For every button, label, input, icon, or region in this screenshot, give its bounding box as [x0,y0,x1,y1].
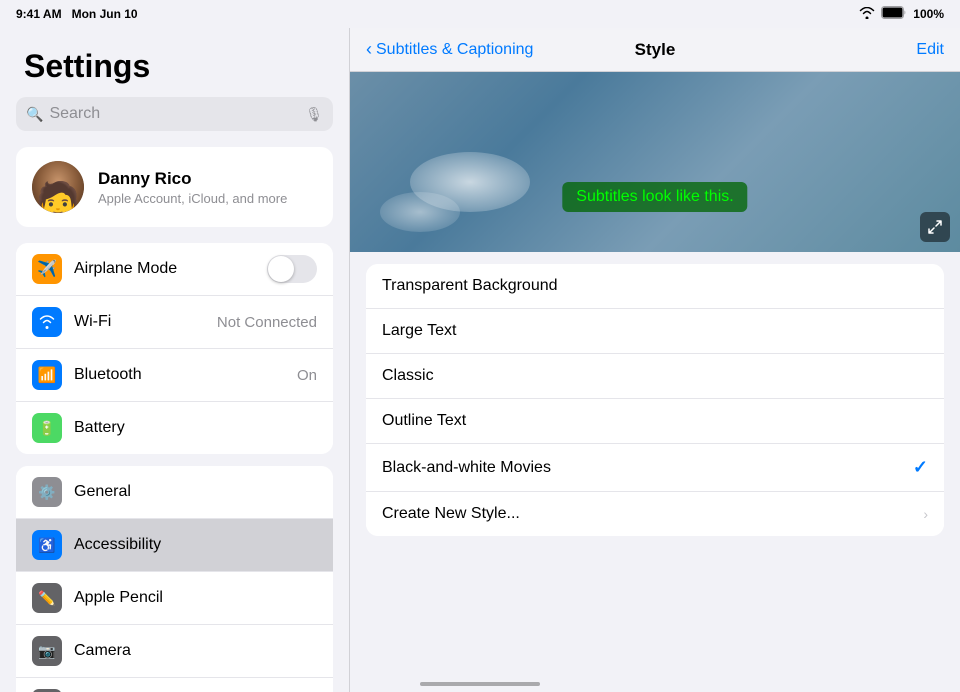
microphone-icon[interactable]: 🎙 [305,106,323,123]
airplane-mode-label: Airplane Mode [74,260,255,278]
style-outline-text-label: Outline Text [382,412,928,430]
status-bar-right: 100% [859,6,944,22]
apple-pencil-label: Apple Pencil [74,589,317,607]
airplane-mode-toggle[interactable] [267,255,317,283]
cloud-decoration-2 [380,192,460,232]
sidebar-item-battery[interactable]: 🔋 Battery [16,402,333,454]
status-bar-left: 9:41 AM Mon Jun 10 [16,7,138,21]
style-bw-movies-label: Black-and-white Movies [382,459,913,477]
style-item-large-text[interactable]: Large Text [366,309,944,354]
search-placeholder: Search [49,105,299,123]
status-date: Mon Jun 10 [72,7,138,21]
general-icon: ⚙️ [32,477,62,507]
bluetooth-value: On [297,367,317,384]
sidebar-item-apple-pencil[interactable]: ✏️ Apple Pencil [16,572,333,625]
style-large-text-label: Large Text [382,322,928,340]
sidebar-item-general[interactable]: ⚙️ General [16,466,333,519]
search-bar[interactable]: 🔍 Search 🎙 [16,97,333,131]
search-icon: 🔍 [26,106,43,123]
wifi-settings-icon [32,307,62,337]
home-indicator [420,682,540,686]
preview-area: Subtitles look like this. [350,72,960,252]
main-panel: ‹ Subtitles & Captioning Style Edit Subt… [350,28,960,692]
toggle-knob [268,256,294,282]
bluetooth-icon: 📶 [32,360,62,390]
sidebar-title: Settings [0,28,349,97]
back-button[interactable]: ‹ Subtitles & Captioning [366,39,533,60]
app-container: Settings 🔍 Search 🎙 🧑 Danny Rico Apple A… [0,28,960,692]
battery-icon [881,6,907,22]
avatar-image: 🧑 [36,183,81,213]
style-item-bw-movies[interactable]: Black-and-white Movies ✓ [366,444,944,492]
style-list: Transparent Background Large Text Classi… [350,252,960,692]
sidebar-item-airplane-mode[interactable]: ✈️ Airplane Mode [16,243,333,296]
wifi-value: Not Connected [217,314,317,331]
edit-button[interactable]: Edit [916,41,944,59]
expand-button[interactable] [920,212,950,242]
sidebar: Settings 🔍 Search 🎙 🧑 Danny Rico Apple A… [0,28,350,692]
settings-group-connectivity: ✈️ Airplane Mode Wi-Fi N [16,243,333,454]
style-item-transparent-bg[interactable]: Transparent Background [366,264,944,309]
avatar: 🧑 [32,161,84,213]
battery-percent: 100% [913,7,944,21]
style-classic-label: Classic [382,367,928,385]
accessibility-icon: ♿ [32,530,62,560]
camera-label: Camera [74,642,317,660]
apple-pencil-icon: ✏️ [32,583,62,613]
chevron-right-icon: › [923,506,928,522]
sidebar-item-camera[interactable]: 📷 Camera [16,625,333,678]
style-item-outline-text[interactable]: Outline Text [366,399,944,444]
status-time: 9:41 AM [16,7,62,21]
user-subtitle: Apple Account, iCloud, and more [98,191,287,206]
wifi-label: Wi-Fi [74,313,205,331]
nav-bar: ‹ Subtitles & Captioning Style Edit [350,28,960,72]
back-label: Subtitles & Captioning [376,41,533,59]
wifi-icon [859,7,875,22]
style-item-classic[interactable]: Classic [366,354,944,399]
sidebar-item-accessibility[interactable]: ♿ Accessibility [16,519,333,572]
camera-icon: 📷 [32,636,62,666]
user-info: Danny Rico Apple Account, iCloud, and mo… [98,169,287,206]
sidebar-item-wifi[interactable]: Wi-Fi Not Connected [16,296,333,349]
battery-settings-icon: 🔋 [32,413,62,443]
battery-label: Battery [74,419,317,437]
accessibility-label: Accessibility [74,536,317,554]
style-item-create-new[interactable]: Create New Style... › [366,492,944,536]
user-name: Danny Rico [98,169,287,189]
sidebar-item-control-center[interactable]: Control Center [16,678,333,692]
style-group: Transparent Background Large Text Classi… [366,264,944,536]
subtitle-preview: Subtitles look like this. [562,182,747,212]
bluetooth-label: Bluetooth [74,366,285,384]
nav-title: Style [635,40,676,60]
airplane-mode-icon: ✈️ [32,254,62,284]
general-label: General [74,483,317,501]
settings-group-system: ⚙️ General ♿ Accessibility ✏️ Apple Penc… [16,466,333,692]
style-create-new-label: Create New Style... [382,505,923,523]
sidebar-item-bluetooth[interactable]: 📶 Bluetooth On [16,349,333,402]
style-transparent-bg-label: Transparent Background [382,277,928,295]
settings-list: ✈️ Airplane Mode Wi-Fi N [0,243,349,692]
user-profile[interactable]: 🧑 Danny Rico Apple Account, iCloud, and … [16,147,333,227]
status-bar: 9:41 AM Mon Jun 10 100% [0,0,960,28]
back-arrow-icon: ‹ [366,39,372,60]
checkmark-icon: ✓ [913,457,928,478]
